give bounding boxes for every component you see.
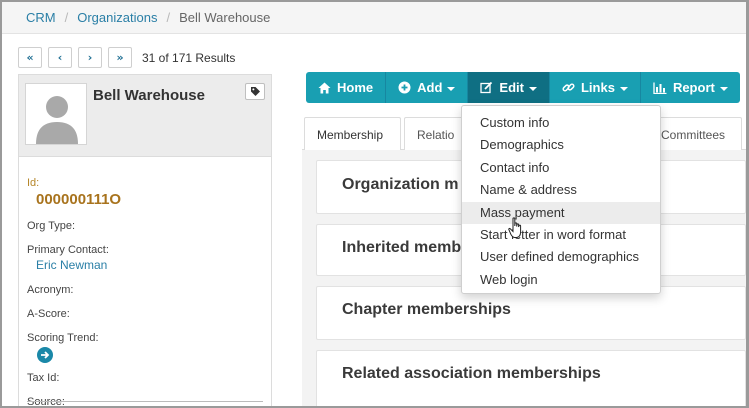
add-label: Add: [417, 80, 443, 95]
breadcrumb-separator: /: [64, 10, 69, 25]
menu-item-custom-info[interactable]: Custom info: [462, 112, 660, 134]
plus-circle-icon: [398, 81, 411, 94]
menu-item-start-letter[interactable]: Start letter in word format: [462, 224, 660, 246]
caret-down-icon: [619, 86, 628, 91]
related-association-memberships-panel[interactable]: Related association memberships: [316, 350, 746, 406]
breadcrumb-current: Bell Warehouse: [179, 10, 271, 25]
organization-name: Bell Warehouse: [93, 87, 205, 104]
add-button[interactable]: Add: [386, 72, 469, 103]
menu-item-user-defined-demographics[interactable]: User defined demographics: [462, 246, 660, 268]
previous-record-button[interactable]: ‹: [48, 47, 72, 68]
divider: [27, 401, 263, 402]
bar-chart-icon: [653, 82, 667, 94]
panel-title: Related association memberships: [342, 365, 601, 382]
results-count: 31 of 171 Results: [142, 50, 236, 65]
edit-label: Edit: [499, 80, 524, 95]
edit-icon: [480, 81, 493, 94]
links-label: Links: [580, 80, 615, 95]
acronym-label: Acronym:: [27, 284, 74, 296]
menu-item-name-address[interactable]: Name & address: [462, 179, 660, 201]
record-pager: « ‹ › » 31 of 171 Results: [18, 47, 235, 68]
tag-button[interactable]: [245, 83, 265, 100]
edit-button[interactable]: Edit: [468, 72, 550, 103]
id-value: 000000111O: [36, 191, 122, 208]
breadcrumb-crm[interactable]: CRM: [26, 10, 56, 25]
panel-title: Organization m: [342, 176, 459, 193]
double-chevron-right-icon: »: [116, 51, 124, 64]
next-record-button[interactable]: ›: [78, 47, 102, 68]
edit-dropdown-menu: Custom info Demographics Contact info Na…: [461, 105, 661, 294]
menu-item-demographics[interactable]: Demographics: [462, 134, 660, 156]
last-record-button[interactable]: »: [108, 47, 132, 68]
double-chevron-left-icon: «: [26, 51, 34, 64]
id-label: Id:: [27, 177, 40, 189]
tab-relationships[interactable]: Relatio: [404, 117, 466, 151]
tab-label: Relatio: [417, 127, 455, 142]
hand-cursor-icon: [508, 217, 522, 238]
caret-down-icon: [719, 86, 728, 91]
tax-id-label: Tax Id:: [27, 372, 60, 384]
home-button[interactable]: Home: [306, 72, 387, 103]
tag-icon: [250, 87, 260, 96]
a-score-label: A-Score:: [27, 308, 70, 320]
panel-title: Inherited memb: [342, 239, 462, 256]
breadcrumb-separator: /: [166, 10, 171, 25]
scoring-trend-label: Scoring Trend:: [27, 332, 99, 344]
avatar: [25, 83, 87, 145]
report-label: Report: [672, 80, 715, 95]
org-type-label: Org Type:: [27, 220, 76, 232]
tab-label: Membership: [317, 127, 384, 142]
chevron-left-icon: ‹: [57, 51, 63, 64]
breadcrumb: CRM / Organizations / Bell Warehouse: [2, 2, 746, 34]
menu-item-web-login[interactable]: Web login: [462, 269, 660, 291]
arrow-right-circle-icon: [37, 347, 53, 363]
home-icon: [318, 82, 331, 94]
primary-contact-link[interactable]: Eric Newman: [27, 258, 271, 272]
home-label: Home: [337, 80, 374, 95]
caret-down-icon: [447, 86, 456, 91]
profile-fields: Id: 000000111O Org Type: Primary Contact…: [19, 157, 271, 406]
menu-item-mass-payment[interactable]: Mass payment: [462, 201, 660, 224]
panel-title: Chapter memberships: [342, 301, 511, 318]
action-toolbar: Home Add Edit Links Report: [306, 72, 740, 103]
breadcrumb-organizations[interactable]: Organizations: [77, 10, 157, 25]
first-record-button[interactable]: «: [18, 47, 42, 68]
menu-item-contact-info[interactable]: Contact info: [462, 157, 660, 179]
profile-header: Bell Warehouse: [19, 75, 271, 157]
user-silhouette-icon: [36, 96, 78, 144]
links-button[interactable]: Links: [549, 72, 641, 103]
chevron-right-icon: ›: [87, 51, 93, 64]
tab-committees[interactable]: Committees: [648, 117, 742, 151]
profile-card: Bell Warehouse Id: 000000111O Org Type: …: [18, 74, 272, 406]
primary-contact-label: Primary Contact:: [27, 244, 109, 256]
tab-label: Committees: [661, 127, 726, 142]
link-icon: [562, 81, 575, 94]
app-frame: CRM / Organizations / Bell Warehouse « ‹…: [2, 2, 746, 406]
caret-down-icon: [528, 86, 537, 91]
report-button[interactable]: Report: [640, 72, 740, 103]
chapter-memberships-panel[interactable]: Chapter memberships: [316, 286, 746, 340]
tab-membership[interactable]: Membership: [304, 117, 401, 151]
